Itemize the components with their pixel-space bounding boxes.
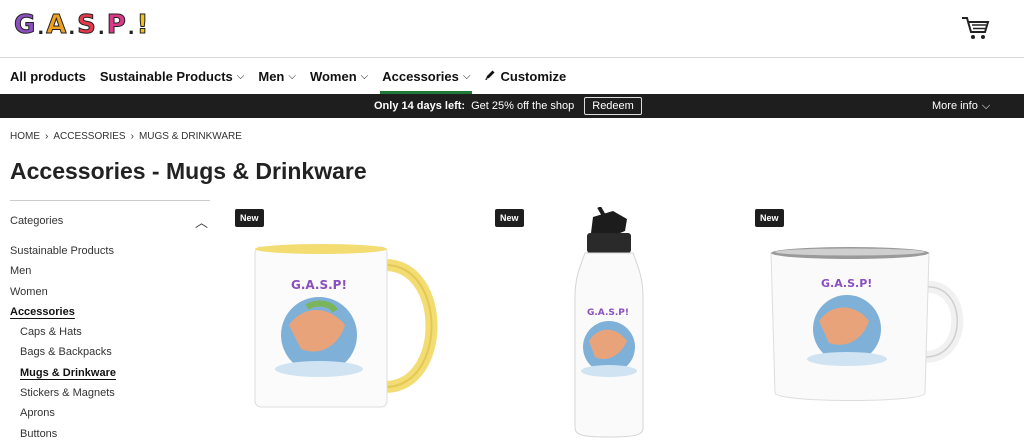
svg-text:G.A.S.P!: G.A.S.P! (291, 278, 347, 292)
nav-item-label: Women (309, 68, 357, 84)
svg-text:G.A.S.P!: G.A.S.P! (587, 308, 629, 318)
page-title: Accessories - Mugs & Drinkware (10, 158, 367, 184)
category-item[interactable]: Women (10, 282, 210, 302)
new-badge: New (235, 209, 264, 227)
nav-item-label: Accessories (382, 68, 459, 84)
site-header: G. A. S. P.! (0, 0, 1024, 58)
product-card-bottle[interactable]: G.A.S.P! New (495, 207, 735, 443)
product-card-mug[interactable]: G.A.S.P! New (235, 207, 475, 443)
nav-item-accessories[interactable]: Accessories ⌵ (380, 58, 473, 94)
enamel-mug-image: G.A.S.P! (770, 247, 964, 401)
pencil-icon (484, 69, 496, 84)
nav-item-men[interactable]: Men ⌵ (258, 58, 296, 94)
breadcrumb-item[interactable]: MUGS & DRINKWARE (139, 131, 242, 142)
nav-item-women[interactable]: Women ⌵ (310, 58, 368, 94)
more-info-toggle[interactable]: More info ⌵ (932, 94, 990, 118)
breadcrumb-separator: › (130, 131, 134, 142)
category-sidebar: Categories ︿ Sustainable Products Men Wome… (10, 200, 210, 443)
category-item[interactable]: Stickers & Magnets (10, 383, 210, 403)
category-item[interactable]: Accessories (10, 302, 210, 322)
chevron-up-icon: ︿ (194, 214, 208, 230)
logo-dot: . (127, 18, 135, 39)
logo-letter: ! (136, 10, 149, 40)
shopping-cart-icon[interactable] (960, 14, 990, 42)
bottle-image: G.A.S.P! (574, 207, 644, 438)
breadcrumb-item[interactable]: ACCESSORIES (53, 131, 125, 142)
logo-dot: . (97, 18, 105, 39)
gasp-logo[interactable]: G. A. S. P.! (13, 10, 149, 40)
category-list: Sustainable Products Men Women Accessories C… (10, 241, 210, 443)
category-item[interactable]: Buttons (10, 424, 210, 443)
breadcrumb-item[interactable]: HOME (10, 131, 40, 142)
nav-item-label: Customize (500, 68, 567, 84)
mug-image: G.A.S.P! (254, 244, 438, 408)
chevron-down-icon: ⌵ (462, 70, 471, 82)
chevron-down-icon: ⌵ (236, 70, 245, 82)
promo-bold-text: Only 14 days left: (374, 100, 466, 112)
chevron-down-icon: ⌵ (981, 99, 991, 112)
logo-letter: P (106, 10, 126, 40)
svg-text:G.A.S.P!: G.A.S.P! (821, 277, 872, 290)
logo-letter: G (13, 10, 36, 40)
product-card-enamel-mug[interactable]: G.A.S.P! New (755, 207, 995, 443)
new-badge: New (755, 209, 784, 227)
promo-bar: Only 14 days left: Get 25% off the shop … (0, 94, 1024, 118)
category-item[interactable]: Sustainable Products (10, 241, 210, 261)
categories-heading: Categories (10, 215, 64, 227)
logo-dot: . (37, 18, 45, 39)
breadcrumb-separator: › (45, 131, 49, 142)
logo-dot: . (68, 18, 76, 39)
category-item[interactable]: Caps & Hats (10, 322, 210, 342)
promo-text: Get 25% off the shop (471, 100, 575, 112)
nav-item-label: Men (258, 68, 285, 84)
category-item[interactable]: Mugs & Drinkware (10, 363, 210, 383)
chevron-down-icon: ⌵ (288, 70, 296, 82)
categories-header[interactable]: Categories ︿ (10, 201, 210, 241)
nav-item-customize[interactable]: Customize (484, 58, 566, 94)
logo-letter: S (77, 10, 97, 40)
category-item[interactable]: Men (10, 261, 210, 281)
category-item[interactable]: Bags & Backpacks (10, 342, 210, 362)
more-info-label: More info (932, 100, 978, 112)
redeem-button[interactable]: Redeem (584, 97, 642, 115)
chevron-down-icon: ⌵ (360, 70, 369, 82)
new-badge: New (495, 209, 524, 227)
nav-item-sustainable-products[interactable]: Sustainable Products ⌵ (100, 58, 245, 94)
nav-item-label: All products (10, 68, 86, 84)
nav-item-all-products[interactable]: All products (10, 58, 86, 94)
logo-letter: A (46, 10, 67, 40)
main-navigation: All products Sustainable Products ⌵ Men ⌵ Wom… (0, 58, 1024, 94)
breadcrumb: HOME › ACCESSORIES › MUGS & DRINKWARE (10, 131, 242, 142)
category-item[interactable]: Aprons (10, 403, 210, 423)
nav-item-label: Sustainable Products (99, 68, 233, 84)
